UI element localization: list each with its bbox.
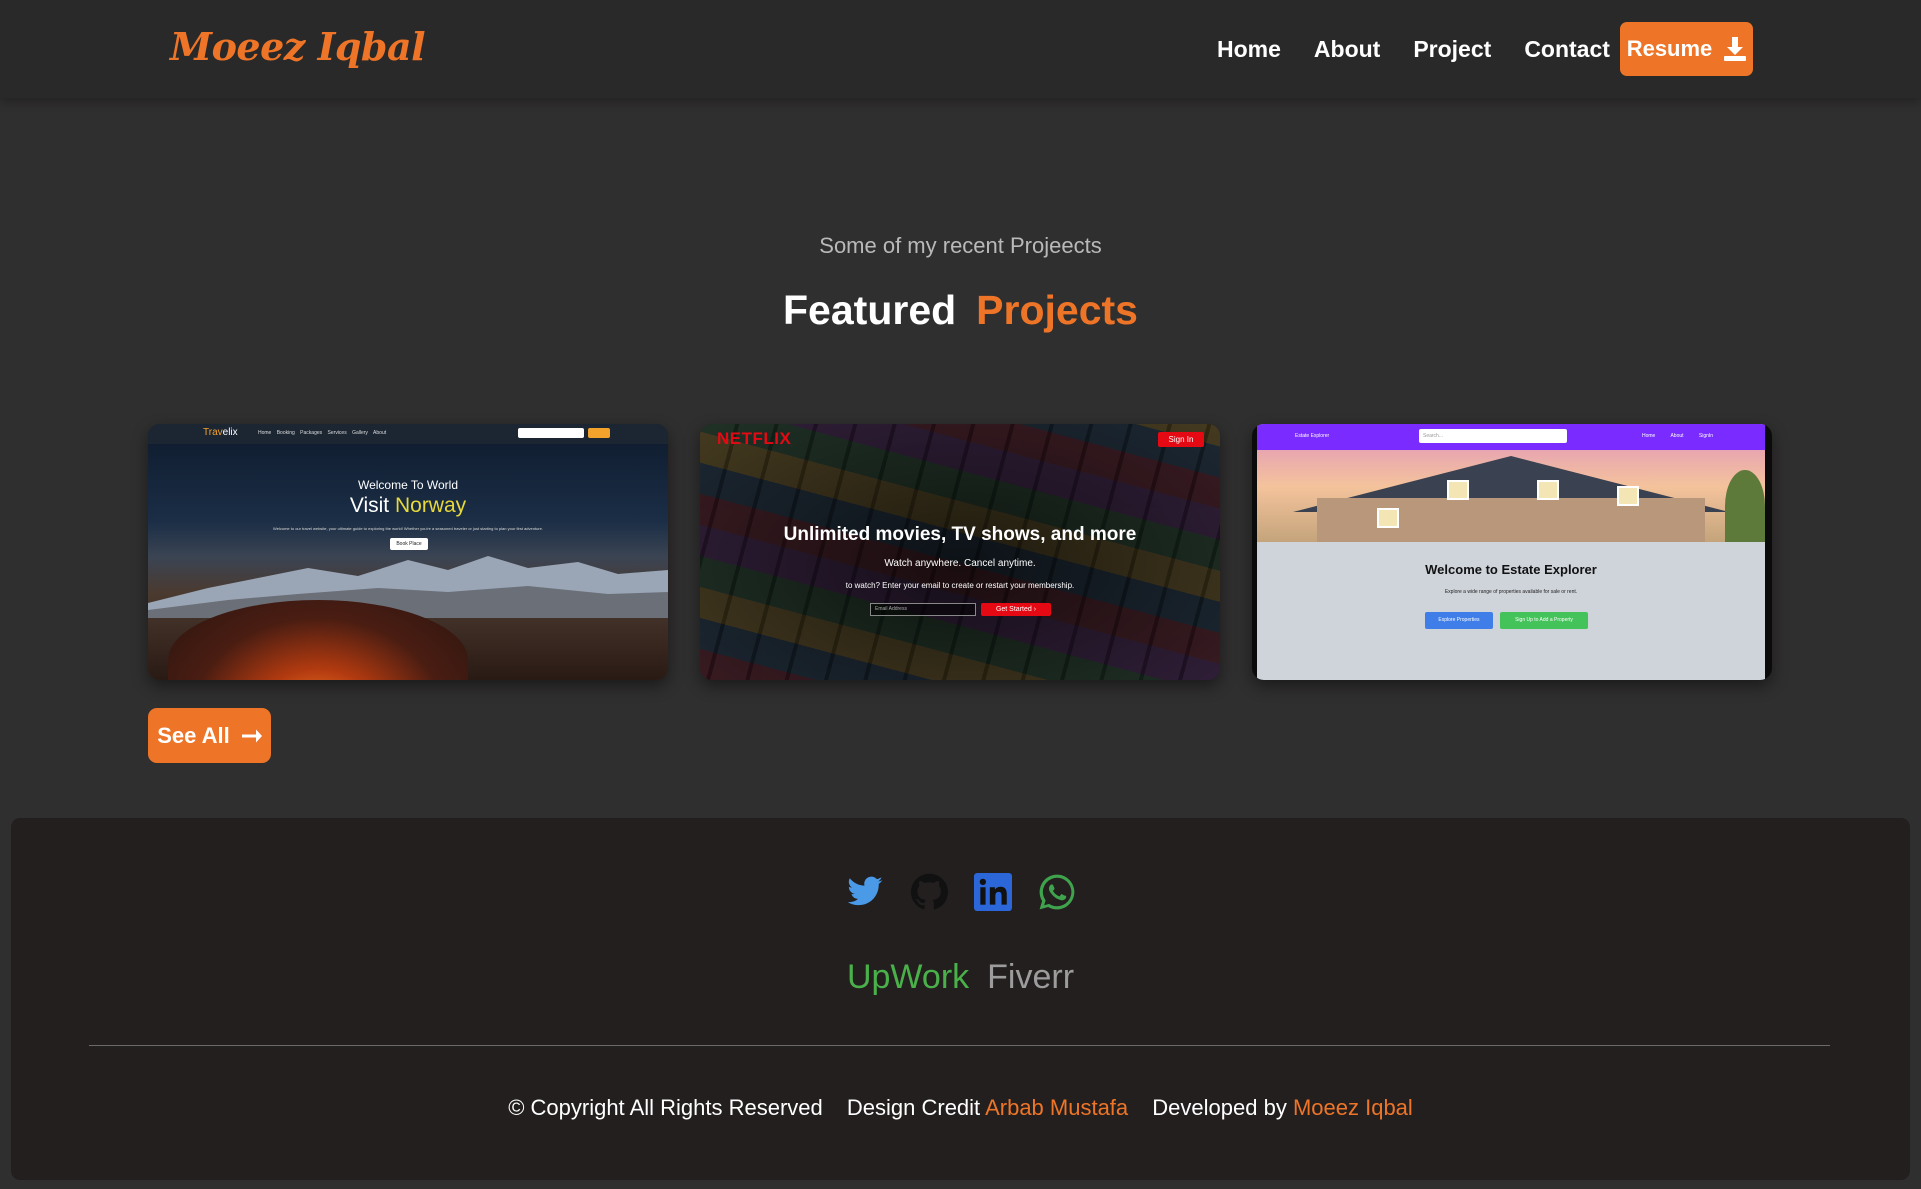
design-credit-label: Design Credit bbox=[846, 1095, 981, 1120]
project-card-netflix[interactable]: NETFLIX Sign In Unlimited movies, TV sho… bbox=[700, 424, 1220, 680]
section-title: Featured Projects bbox=[0, 287, 1921, 334]
copyright-text: © Copyright All Rights Reserved bbox=[508, 1095, 823, 1120]
nav-links: Home About Project Contact bbox=[1217, 36, 1610, 63]
estate-headline: Welcome to Estate Explorer bbox=[1425, 562, 1597, 577]
developed-by-name[interactable]: Moeez Iqbal bbox=[1293, 1095, 1413, 1120]
arrow-right-icon bbox=[241, 729, 262, 742]
section-title-projects: Projects bbox=[976, 287, 1138, 333]
section-subtitle: Some of my recent Projeects bbox=[819, 233, 1102, 258]
travelix-search-button bbox=[588, 428, 610, 438]
travelix-body: Welcome to our travel website, your ulti… bbox=[273, 526, 543, 531]
upwork-link[interactable]: UpWork bbox=[847, 958, 969, 996]
download-icon bbox=[1724, 37, 1747, 61]
netflix-line1: Watch anywhere. Cancel anytime. bbox=[884, 558, 1036, 569]
navbar: Moeez Iqbal Home About Project Contact R… bbox=[0, 0, 1921, 98]
project-card-travelix[interactable]: Travelix Home Booking Packages Services … bbox=[148, 424, 668, 680]
brand-logo[interactable]: Moeez Iqbal bbox=[170, 24, 426, 69]
freelance-links: UpWork Fiverr bbox=[11, 958, 1910, 997]
travelix-headline: Visit Norway bbox=[349, 494, 467, 517]
estate-body: Explore a wide range of properties avail… bbox=[1444, 589, 1578, 595]
estate-signup-button: Sign Up to Add a Property bbox=[1500, 612, 1588, 629]
footer: UpWork Fiverr © Copyright All Rights Rese… bbox=[11, 818, 1910, 1180]
nav-contact[interactable]: Contact bbox=[1524, 36, 1610, 63]
nav-home[interactable]: Home bbox=[1217, 36, 1281, 63]
travelix-search bbox=[518, 428, 584, 438]
mountains-image bbox=[148, 556, 668, 618]
resume-button[interactable]: Resume bbox=[1620, 22, 1753, 76]
travelix-logo: Travelix bbox=[203, 427, 238, 438]
github-icon[interactable] bbox=[910, 873, 948, 911]
social-links bbox=[846, 873, 1076, 911]
see-all-button[interactable]: See All bbox=[148, 708, 271, 763]
nav-about[interactable]: About bbox=[1314, 36, 1380, 63]
netflix-line2: to watch? Enter your email to create or … bbox=[845, 581, 1075, 590]
netflix-logo: NETFLIX bbox=[717, 429, 792, 448]
linkedin-icon[interactable] bbox=[974, 873, 1012, 911]
resume-label: Resume bbox=[1626, 36, 1713, 61]
section-title-featured: Featured bbox=[783, 287, 957, 333]
twitter-icon[interactable] bbox=[846, 873, 884, 911]
estate-navbar: Estate Explorer Search... Home About Sig… bbox=[1257, 424, 1765, 450]
fiverr-link[interactable]: Fiverr bbox=[987, 958, 1074, 996]
netflix-signin: Sign In bbox=[1158, 432, 1204, 447]
travelix-book-button: Book Place bbox=[390, 538, 428, 550]
estate-search: Search... bbox=[1419, 429, 1567, 443]
estate-explore-button: Explore Properties bbox=[1425, 612, 1493, 629]
see-all-label: See All bbox=[157, 722, 230, 748]
whatsapp-icon[interactable] bbox=[1038, 873, 1076, 911]
travelix-menu: Home Booking Packages Services Gallery A… bbox=[258, 430, 387, 436]
estate-brand: Estate Explorer bbox=[1295, 433, 1330, 439]
design-credit-name[interactable]: Arbab Mustafa bbox=[985, 1095, 1128, 1120]
footer-divider bbox=[89, 1045, 1830, 1046]
footer-credits: © Copyright All Rights Reserved Design C… bbox=[11, 1095, 1910, 1121]
netflix-email-input: Email Address bbox=[870, 603, 976, 616]
nav-project[interactable]: Project bbox=[1413, 36, 1491, 63]
house-image bbox=[1257, 450, 1765, 542]
project-card-estate-explorer[interactable]: Estate Explorer Search... Home About Sig… bbox=[1252, 424, 1772, 680]
estate-links: Home About SignIn bbox=[1642, 433, 1714, 439]
travelix-navbar: Travelix Home Booking Packages Services … bbox=[148, 424, 668, 444]
developed-by-label: Developed by bbox=[1152, 1095, 1287, 1120]
travelix-welcome: Welcome To World bbox=[357, 478, 459, 492]
netflix-headline: Unlimited movies, TV shows, and more bbox=[783, 524, 1137, 545]
netflix-get-started: Get Started › bbox=[981, 603, 1051, 616]
